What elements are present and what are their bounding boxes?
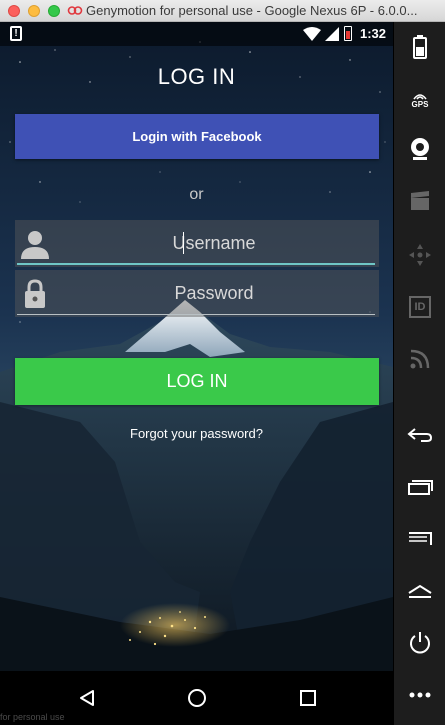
more-icon [409, 692, 431, 698]
back-icon [80, 690, 94, 706]
genymotion-toolbar: GPS ID [393, 22, 445, 725]
password-input[interactable] [55, 276, 373, 310]
password-field[interactable] [15, 270, 379, 317]
menu-button[interactable] [402, 522, 438, 556]
genymotion-logo-icon [67, 6, 83, 15]
recent-apps-button[interactable] [402, 470, 438, 504]
menu-icon [409, 532, 432, 545]
home-button[interactable] [402, 574, 438, 608]
window-close-button[interactable] [8, 5, 20, 17]
gps-widget-button[interactable]: GPS [402, 82, 438, 116]
window-title: Genymotion for personal use - Google Nex… [86, 3, 418, 18]
home-icon [188, 689, 206, 707]
power-icon [410, 632, 430, 654]
page-title: LOG IN [157, 64, 236, 89]
window-minimize-button[interactable] [28, 5, 40, 17]
username-field[interactable] [15, 220, 379, 267]
or-separator: or [189, 186, 204, 203]
video-capture-icon [411, 191, 429, 210]
battery-icon [344, 26, 352, 41]
webcam-icon [411, 138, 429, 160]
login-with-facebook-button[interactable]: Login with Facebook [15, 114, 379, 159]
nav-recents-button[interactable] [291, 683, 325, 713]
window-titlebar: Genymotion for personal use - Google Nex… [0, 0, 445, 22]
notification-alert-icon: ! [10, 26, 22, 41]
back-icon [407, 428, 433, 442]
nav-back-button[interactable] [70, 683, 104, 713]
recent-apps-icon [408, 480, 433, 495]
window-zoom-button[interactable] [48, 5, 60, 17]
android-status-bar: ! 1:32 [0, 22, 393, 46]
lock-icon [25, 279, 45, 308]
more-button[interactable] [402, 678, 438, 712]
android-screen: ! 1:32 LOG IN Login with Facebook or Use… [0, 22, 393, 671]
recents-icon [300, 690, 316, 706]
personal-use-watermark: for personal use [0, 712, 65, 722]
webcam-widget-button[interactable] [402, 132, 438, 166]
device-id-icon: ID [409, 296, 431, 318]
back-button[interactable] [402, 418, 438, 452]
network-widget-button[interactable] [402, 342, 438, 376]
network-icon [410, 349, 430, 369]
battery-widget-button[interactable] [402, 30, 438, 64]
video-capture-widget-button[interactable] [402, 184, 438, 218]
username-input[interactable] [55, 226, 373, 260]
power-button[interactable] [402, 626, 438, 660]
password-underline [17, 314, 375, 315]
login-button[interactable]: LOG IN [15, 358, 379, 405]
genymotion-window: Genymotion for personal use - Google Nex… [0, 0, 445, 725]
device-id-widget-button[interactable]: ID [402, 290, 438, 324]
forgot-password-link[interactable]: Forgot your password? [0, 426, 393, 441]
home-icon [408, 584, 432, 598]
text-cursor [183, 232, 184, 254]
gps-icon [413, 93, 427, 100]
cell-signal-icon [325, 27, 339, 41]
user-icon [21, 231, 49, 259]
battery-icon [413, 35, 427, 59]
dpad-icon [409, 244, 431, 266]
username-underline [17, 263, 375, 265]
wifi-icon [303, 27, 321, 41]
gps-label: GPS [411, 99, 429, 109]
dpad-widget-button[interactable] [402, 238, 438, 272]
nav-home-button[interactable] [180, 683, 214, 713]
status-time: 1:32 [360, 26, 387, 41]
